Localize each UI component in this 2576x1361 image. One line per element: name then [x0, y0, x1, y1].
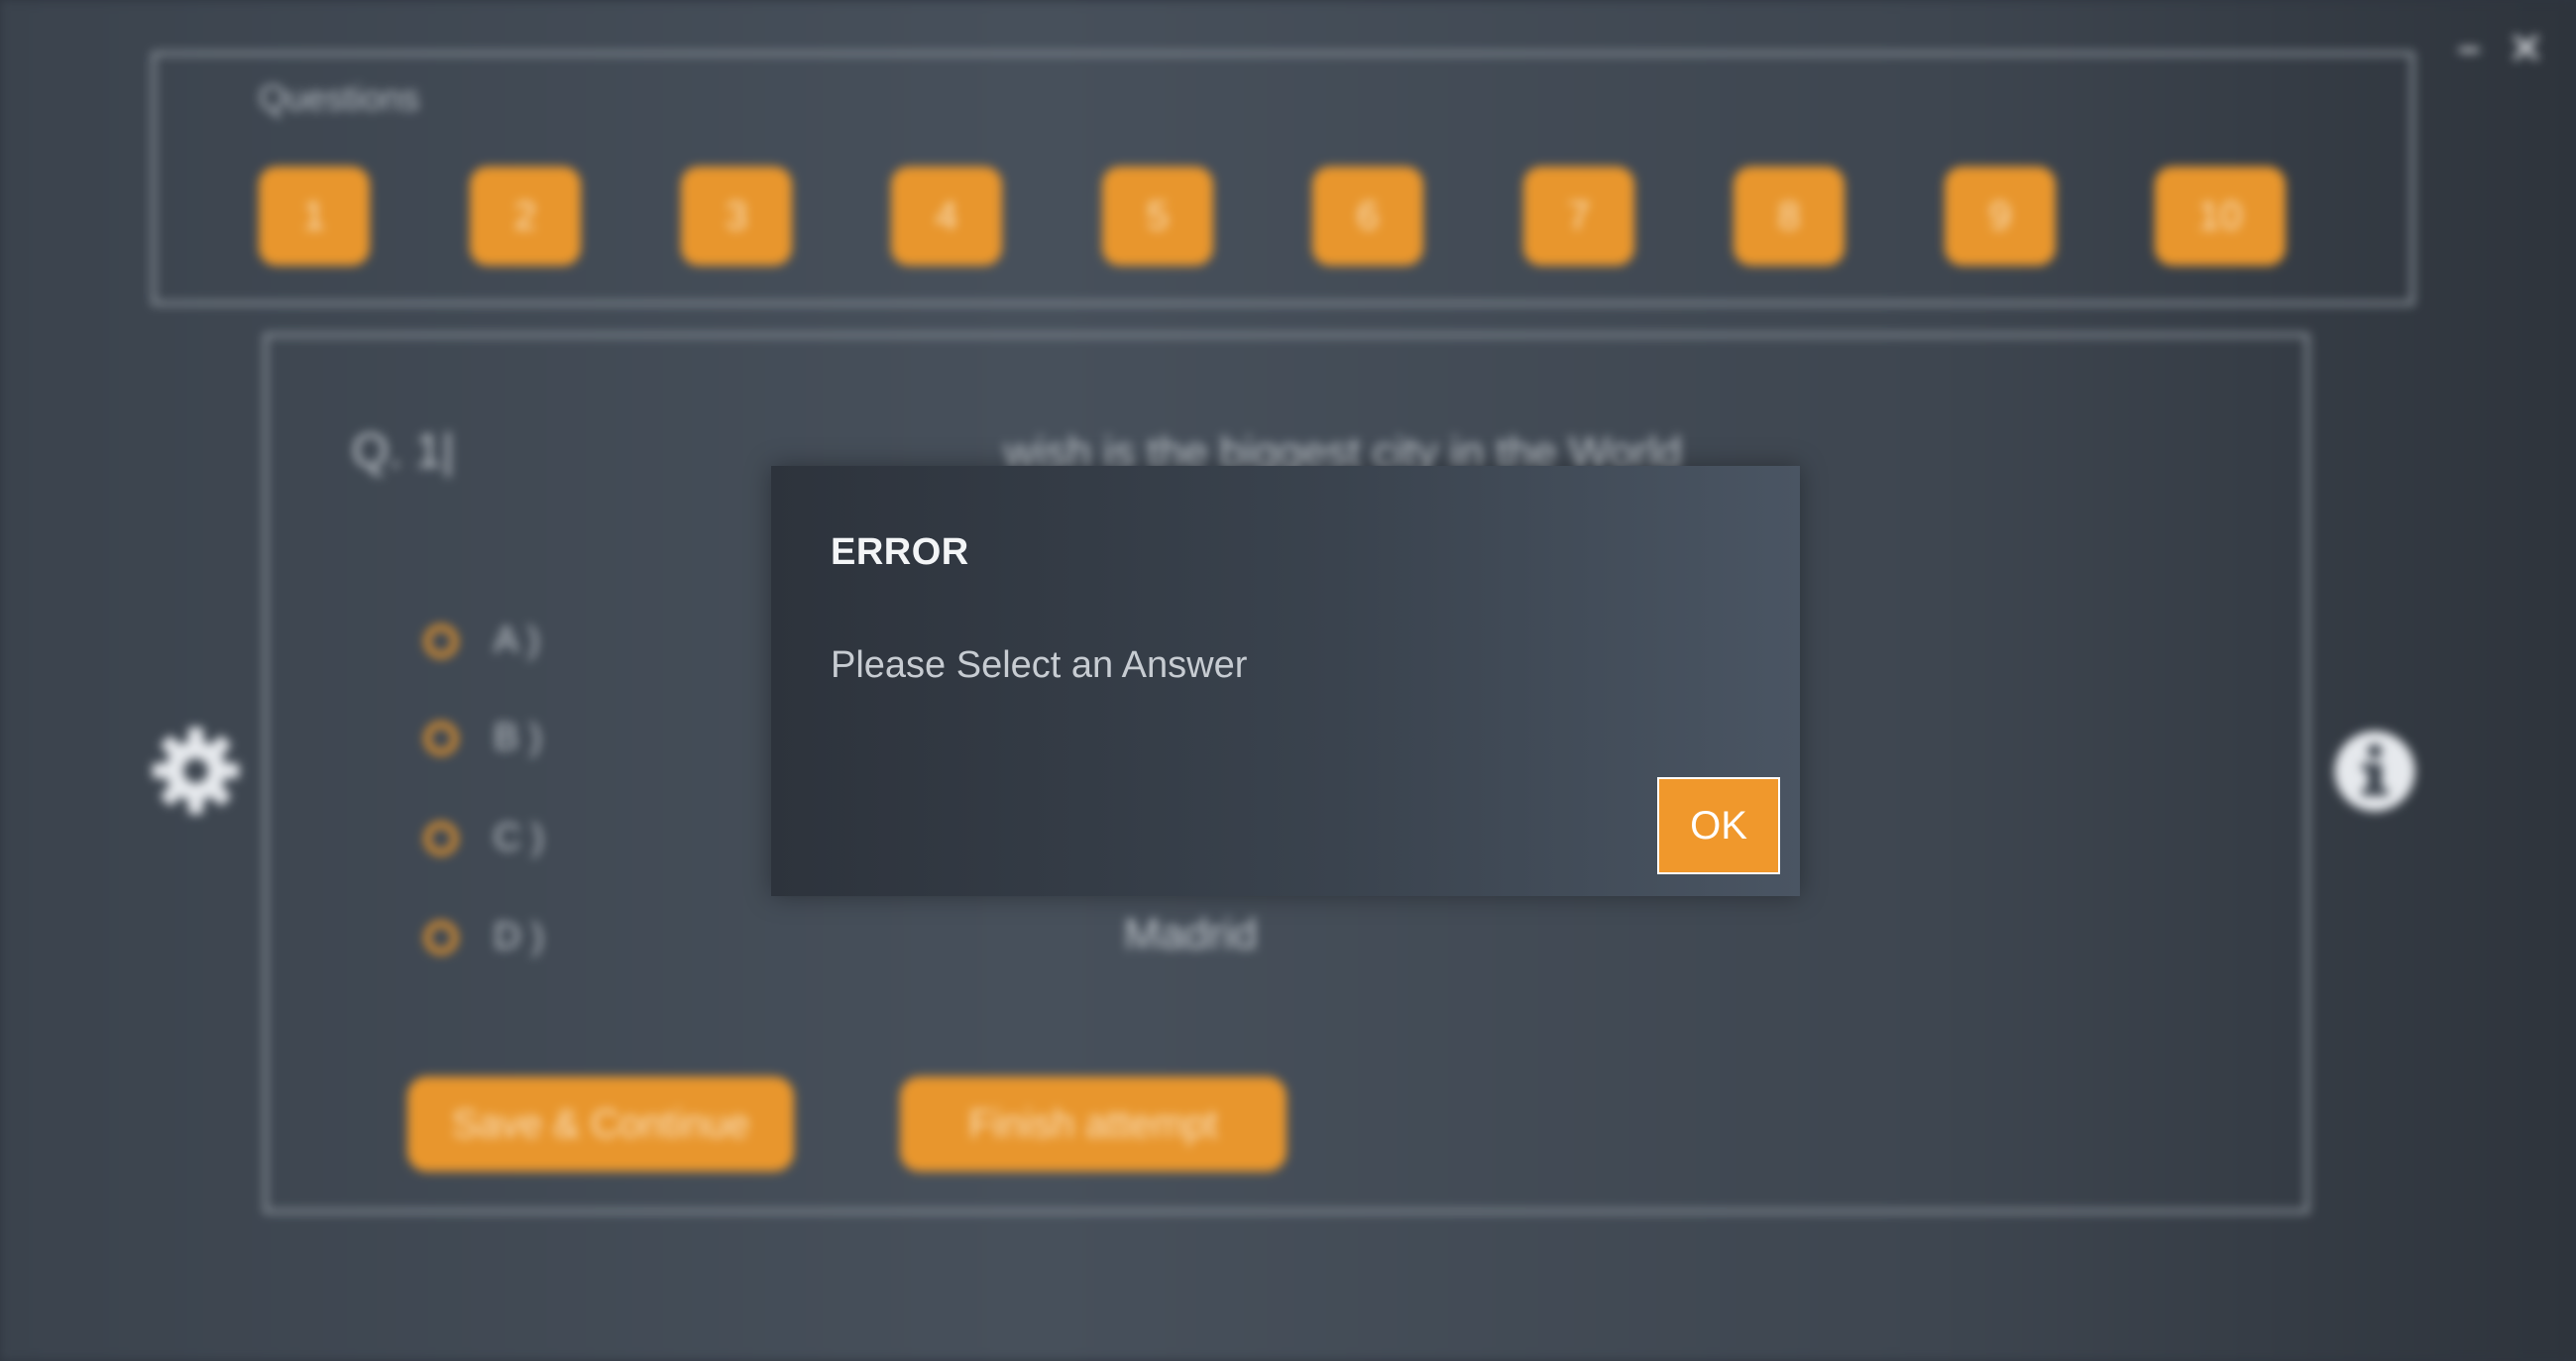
question-button-5[interactable]: 5: [1102, 167, 1213, 266]
gear-icon[interactable]: [149, 724, 243, 818]
option-a-radio[interactable]: [424, 624, 458, 658]
ok-button[interactable]: OK: [1657, 777, 1780, 874]
option-d-answer: Madrid: [1124, 910, 1258, 959]
question-button-4[interactable]: 4: [891, 167, 1002, 266]
error-dialog: ERROR Please Select an Answer OK: [771, 466, 1800, 896]
save-continue-button[interactable]: Save & Continue: [407, 1077, 794, 1172]
question-button-9[interactable]: 9: [1945, 167, 2056, 266]
option-d-radio[interactable]: [424, 921, 458, 955]
question-button-3[interactable]: 3: [681, 167, 792, 266]
option-c-label: C ): [494, 817, 544, 858]
option-d-label: D ): [494, 916, 544, 958]
option-b-label: B ): [494, 717, 542, 758]
questions-title: Questions: [259, 77, 420, 118]
question-number: Q. 1|: [352, 425, 455, 478]
close-icon[interactable]: ✕: [2508, 28, 2544, 71]
question-button-7[interactable]: 7: [1523, 167, 1634, 266]
question-button-8[interactable]: 8: [1734, 167, 1845, 266]
question-button-2[interactable]: 2: [470, 167, 581, 266]
option-b-radio[interactable]: [424, 722, 458, 755]
dialog-title: ERROR: [831, 531, 969, 573]
finish-attempt-button[interactable]: Finish attempt: [900, 1077, 1287, 1172]
question-button-1[interactable]: 1: [259, 167, 370, 266]
question-button-6[interactable]: 6: [1312, 167, 1423, 266]
question-button-10[interactable]: 10: [2155, 167, 2286, 266]
option-a-label: A ): [494, 620, 540, 661]
info-icon[interactable]: [2331, 728, 2418, 815]
minimize-icon[interactable]: –: [2458, 28, 2480, 67]
option-c-radio[interactable]: [424, 822, 458, 855]
dialog-message: Please Select an Answer: [831, 644, 1248, 686]
